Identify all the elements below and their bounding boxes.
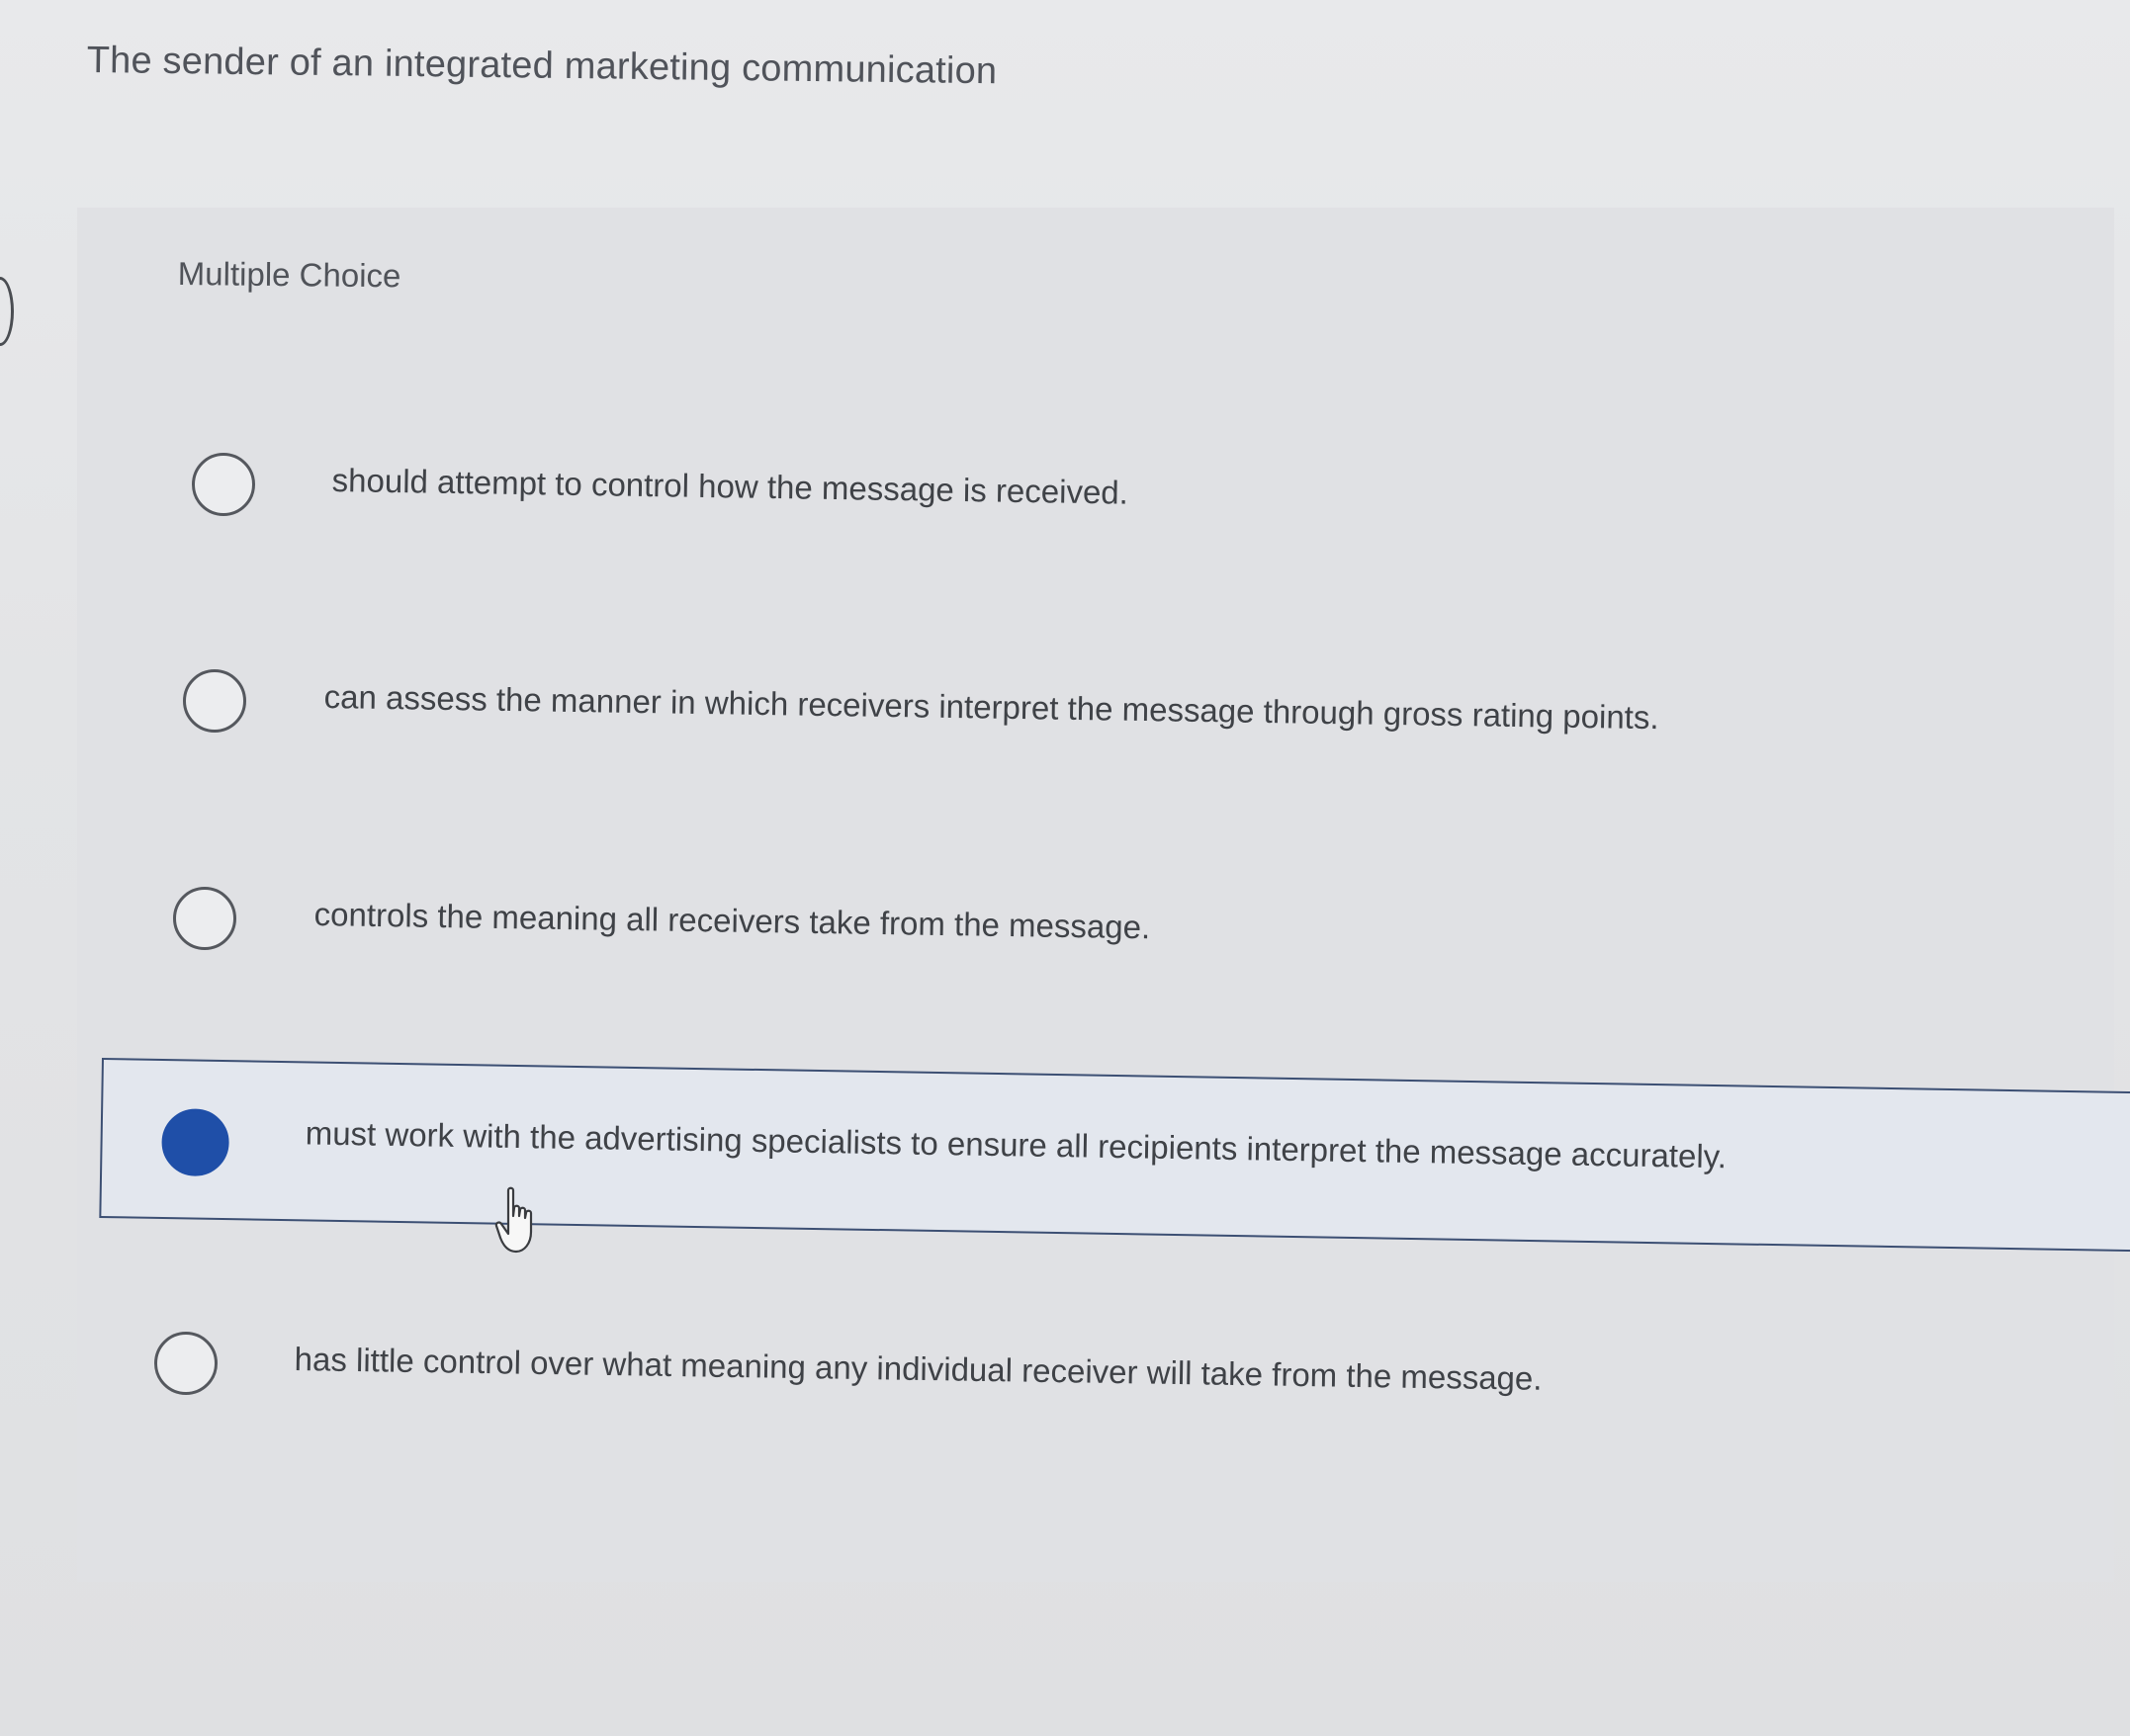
question-title: The sender of an integrated marketing co…: [86, 40, 998, 93]
hand-pointer-icon: [494, 1186, 533, 1254]
screen: The sender of an integrated marketing co…: [0, 0, 2130, 1736]
radio-button[interactable]: [183, 669, 246, 733]
radio-button[interactable]: [154, 1332, 218, 1395]
choice-option-2[interactable]: can assess the manner in which receivers…: [158, 639, 2126, 767]
radio-button[interactable]: [192, 453, 255, 516]
radio-button-selected[interactable]: [161, 1108, 230, 1177]
radio-button[interactable]: [173, 887, 236, 950]
question-type-label: Multiple Choice: [177, 255, 401, 295]
partial-edge-glyph: [0, 277, 14, 346]
choice-option-3[interactable]: controls the meaning all receivers take …: [148, 856, 2126, 985]
choice-text: has little control over what meaning any…: [294, 1341, 1543, 1397]
choice-option-1[interactable]: should attempt to control how the messag…: [168, 422, 2126, 551]
choice-option-5[interactable]: has little control over what meaning any…: [129, 1301, 2126, 1430]
choice-text: controls the meaning all receivers take …: [313, 896, 1151, 946]
choice-text: should attempt to control how the messag…: [331, 462, 1129, 511]
choice-option-4[interactable]: must work with the advertising specialis…: [99, 1058, 2130, 1253]
choice-text: can assess the manner in which receivers…: [323, 678, 1659, 737]
choice-text: must work with the advertising specialis…: [305, 1114, 1728, 1175]
